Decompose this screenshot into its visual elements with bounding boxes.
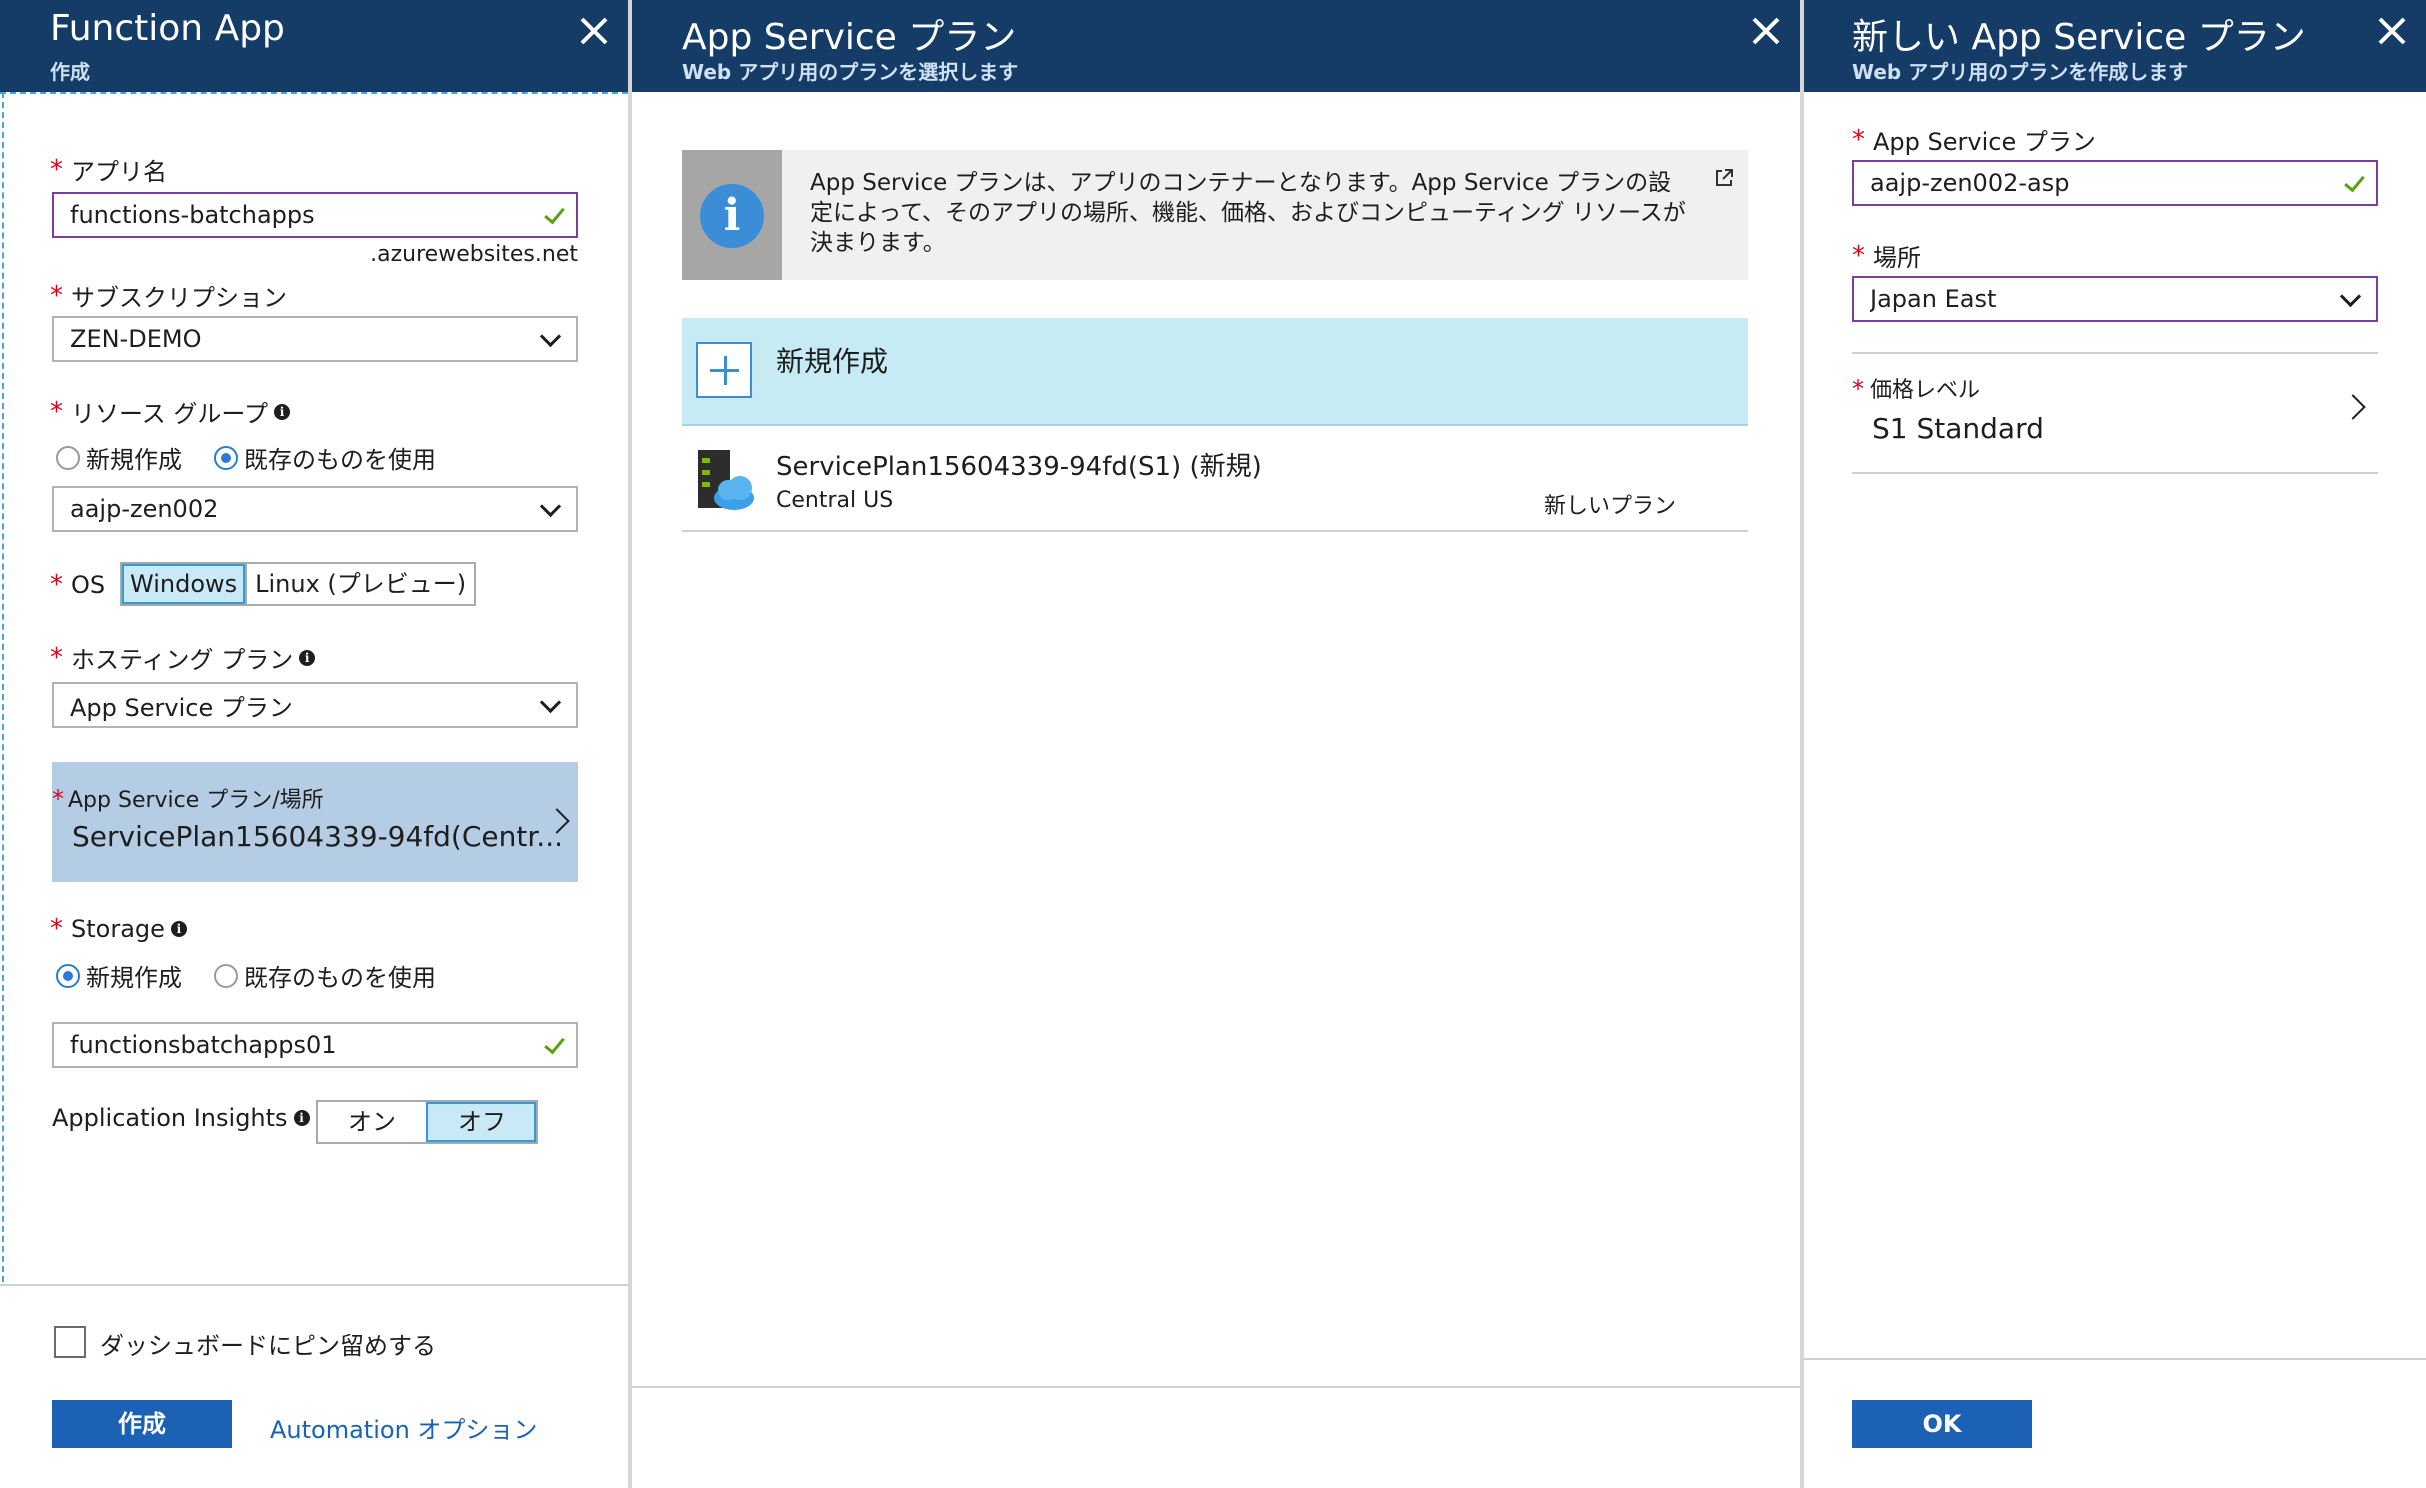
check-icon <box>542 203 566 227</box>
blade-title: 新しい App Service プラン <box>1852 17 2306 58</box>
plan-location-label: App Service プラン/場所 <box>68 788 324 813</box>
pricing-tier-value: S1 Standard <box>1872 412 2044 445</box>
create-new-label: 新規作成 <box>776 345 889 378</box>
pin-dashboard-checkbox[interactable] <box>54 1326 86 1358</box>
os-label: * OS <box>50 570 106 600</box>
focus-indicator <box>2 92 6 1282</box>
app-insights-toggle: オン オフ <box>316 1100 538 1144</box>
domain-suffix: .azurewebsites.net <box>370 242 578 267</box>
app-service-plan-blade: App Service プラン Web アプリ用のプランを選択します i App… <box>632 0 1800 1488</box>
plan-location-value: ServicePlan15604339-94fd(Centr... <box>72 820 563 853</box>
ok-button[interactable]: OK <box>1852 1400 2032 1448</box>
server-cloud-icon <box>694 448 758 512</box>
create-new-plan-row[interactable]: 新規作成 <box>682 318 1748 426</box>
check-icon <box>2342 171 2366 195</box>
app-insights-label: Application Insights i <box>52 1104 310 1132</box>
chevron-down-icon <box>2338 287 2362 311</box>
function-app-blade: Function App 作成 * アプリ名 functions-batchapp… <box>0 0 628 1488</box>
os-toggle: Windows Linux (プレビュー) <box>120 562 477 606</box>
app-insights-off-option[interactable]: オフ <box>426 1102 536 1142</box>
pin-dashboard-label: ダッシュボードにピン留めする <box>100 1332 436 1360</box>
check-icon <box>542 1033 566 1057</box>
resource-group-new-radio[interactable]: 新規作成 <box>56 440 182 475</box>
blade-title: App Service プラン <box>682 17 1017 58</box>
info-banner-text: App Service プランは、アプリのコンテナーとなります。App Serv… <box>810 170 1686 256</box>
divider <box>1852 472 2378 474</box>
location-select[interactable]: Japan East <box>1852 276 2378 322</box>
info-icon[interactable]: i <box>293 1110 310 1126</box>
hosting-plan-label: * ホスティング プラン i <box>50 640 316 675</box>
resource-group-label: * リソース グループ i <box>50 394 290 429</box>
plan-name: ServicePlan15604339-94fd(S1) (新規) <box>776 452 1262 482</box>
app-name-label: * アプリ名 <box>50 154 167 187</box>
plus-icon <box>696 342 752 398</box>
subscription-select[interactable]: ZEN-DEMO <box>52 316 578 362</box>
close-icon[interactable] <box>2372 12 2412 52</box>
resource-group-existing-radio[interactable]: 既存のものを使用 <box>214 440 436 475</box>
blade-header: 新しい App Service プラン Web アプリ用のプランを作成します <box>1804 0 2426 92</box>
app-name-input[interactable]: functions-batchapps <box>52 192 578 238</box>
blade-subtitle: 作成 <box>50 60 90 84</box>
focus-indicator-top <box>0 92 628 96</box>
close-icon[interactable] <box>1746 12 1786 52</box>
new-app-service-plan-blade: 新しい App Service プラン Web アプリ用のプランを作成します *… <box>1804 0 2426 1488</box>
blade-header: App Service プラン Web アプリ用のプランを選択します <box>632 0 1800 92</box>
chevron-down-icon <box>538 497 562 521</box>
chevron-down-icon <box>538 327 562 351</box>
plan-name-label: * App Service プラン <box>1852 124 2096 157</box>
location-label: * 場所 <box>1852 240 1921 273</box>
storage-label: * Storage i <box>50 914 187 944</box>
os-linux-option[interactable]: Linux (プレビュー) <box>245 564 474 604</box>
os-windows-option[interactable]: Windows <box>122 564 246 604</box>
info-icon[interactable]: i <box>274 403 290 420</box>
create-button[interactable]: 作成 <box>52 1400 232 1448</box>
close-icon[interactable] <box>574 12 614 52</box>
storage-existing-radio[interactable]: 既存のものを使用 <box>214 958 436 993</box>
info-icon[interactable]: i <box>299 649 316 666</box>
footer-divider <box>0 1284 628 1286</box>
blade-subtitle: Web アプリ用のプランを選択します <box>682 60 1019 84</box>
footer-divider <box>1804 1358 2426 1360</box>
blade-title: Function App <box>50 8 285 49</box>
chevron-right-icon <box>2342 394 2366 418</box>
resource-group-select[interactable]: aajp-zen002 <box>52 486 578 532</box>
pricing-tier-selector[interactable]: * 価格レベル S1 Standard <box>1852 354 2378 472</box>
automation-options-link[interactable]: Automation オプション <box>270 1410 537 1445</box>
storage-new-radio[interactable]: 新規作成 <box>56 958 182 993</box>
footer-divider <box>632 1386 1800 1388</box>
app-insights-on-option[interactable]: オン <box>318 1102 426 1142</box>
plan-location: Central US <box>776 488 894 513</box>
hosting-plan-select[interactable]: App Service プラン <box>52 682 578 728</box>
info-banner-icon-area: i <box>682 150 782 280</box>
plan-name-input[interactable]: aajp-zen002-asp <box>1852 160 2378 206</box>
chevron-right-icon <box>546 808 570 832</box>
blade-subtitle: Web アプリ用のプランを作成します <box>1852 60 2189 84</box>
plan-tag: 新しいプラン <box>1543 494 1676 519</box>
storage-input[interactable]: functionsbatchapps01 <box>52 1022 578 1068</box>
info-icon[interactable]: i <box>170 921 187 937</box>
plan-location-selector[interactable]: * App Service プラン/場所 ServicePlan15604339-… <box>52 762 578 882</box>
info-banner: i App Service プランは、アプリのコンテナーとなります。App Se… <box>682 150 1748 280</box>
plan-list-item[interactable]: ServicePlan15604339-94fd(S1) (新規) Centra… <box>682 426 1748 532</box>
chevron-down-icon <box>538 693 562 717</box>
external-link-icon[interactable] <box>1714 168 1734 188</box>
blade-header: Function App 作成 <box>0 0 628 92</box>
pricing-tier-label: 価格レベル <box>1870 378 1981 403</box>
subscription-label: * サブスクリプション <box>50 280 287 313</box>
info-icon: i <box>700 184 764 248</box>
